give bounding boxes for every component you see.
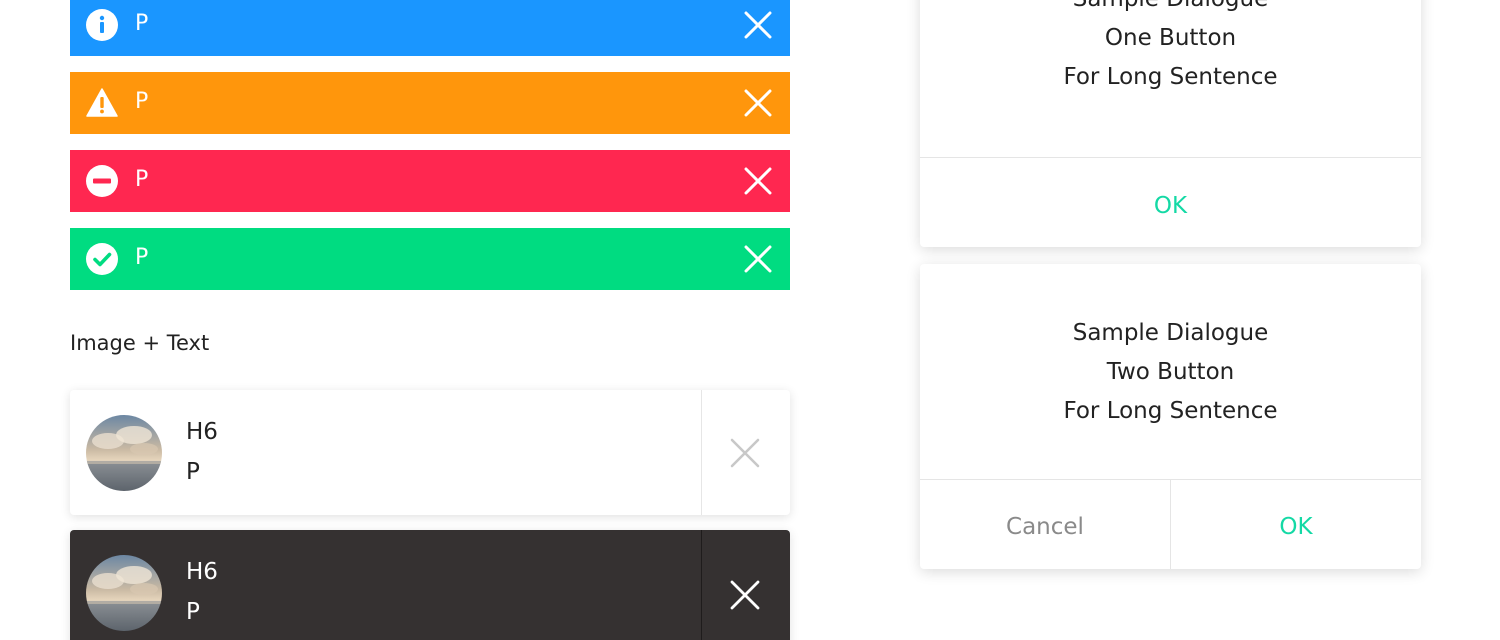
alert-error-text: P <box>135 167 149 192</box>
avatar <box>86 555 162 631</box>
warning-icon <box>86 88 118 117</box>
alert-warning-text: P <box>135 89 149 114</box>
section-label: Image + Text <box>70 331 210 355</box>
dialog-line: Sample Dialogue <box>1072 320 1269 346</box>
divider <box>701 390 702 515</box>
dialog-one-button: Sample Dialogue One Button For Long Sent… <box>920 0 1421 247</box>
alert-success-text: P <box>135 245 149 270</box>
card-body: P <box>186 459 200 485</box>
close-icon[interactable] <box>738 161 778 201</box>
divider <box>920 157 1421 158</box>
dialog-line: One Button <box>1104 25 1237 51</box>
info-icon <box>86 9 118 41</box>
minus-circle-icon <box>86 165 118 197</box>
dialog-line: Sample Dialogue <box>920 0 1421 19</box>
alert-error: P <box>70 150 790 212</box>
card-body: P <box>186 599 200 625</box>
card-title: H6 <box>186 559 218 585</box>
ok-button[interactable]: OK <box>920 192 1421 220</box>
close-icon[interactable] <box>738 83 778 123</box>
avatar <box>86 415 162 491</box>
image-text-card-dark: H6 P <box>70 530 790 640</box>
check-circle-icon <box>86 243 118 275</box>
alert-success: P <box>70 228 790 290</box>
alert-warning: P <box>70 72 790 134</box>
cancel-button[interactable]: Cancel <box>920 513 1170 541</box>
dialog-message: Sample Dialogue Two Button For Long Sent… <box>920 314 1421 431</box>
close-icon[interactable] <box>724 432 766 474</box>
image-text-card-light: H6 P <box>70 390 790 515</box>
alert-info: P <box>70 0 790 56</box>
card-title: H6 <box>186 419 218 445</box>
close-icon[interactable] <box>738 5 778 45</box>
divider <box>701 530 702 640</box>
ok-button[interactable]: OK <box>1171 513 1421 541</box>
dialog-line: For Long Sentence <box>1063 398 1278 424</box>
dialog-line: Two Button <box>1106 359 1235 385</box>
alert-info-text: P <box>135 11 149 36</box>
dialog-message: Sample Dialogue One Button For Long Sent… <box>920 0 1421 97</box>
dialog-line: For Long Sentence <box>1063 64 1278 90</box>
close-icon[interactable] <box>724 574 766 616</box>
dialog-two-button: Sample Dialogue Two Button For Long Sent… <box>920 264 1421 569</box>
close-icon[interactable] <box>738 239 778 279</box>
